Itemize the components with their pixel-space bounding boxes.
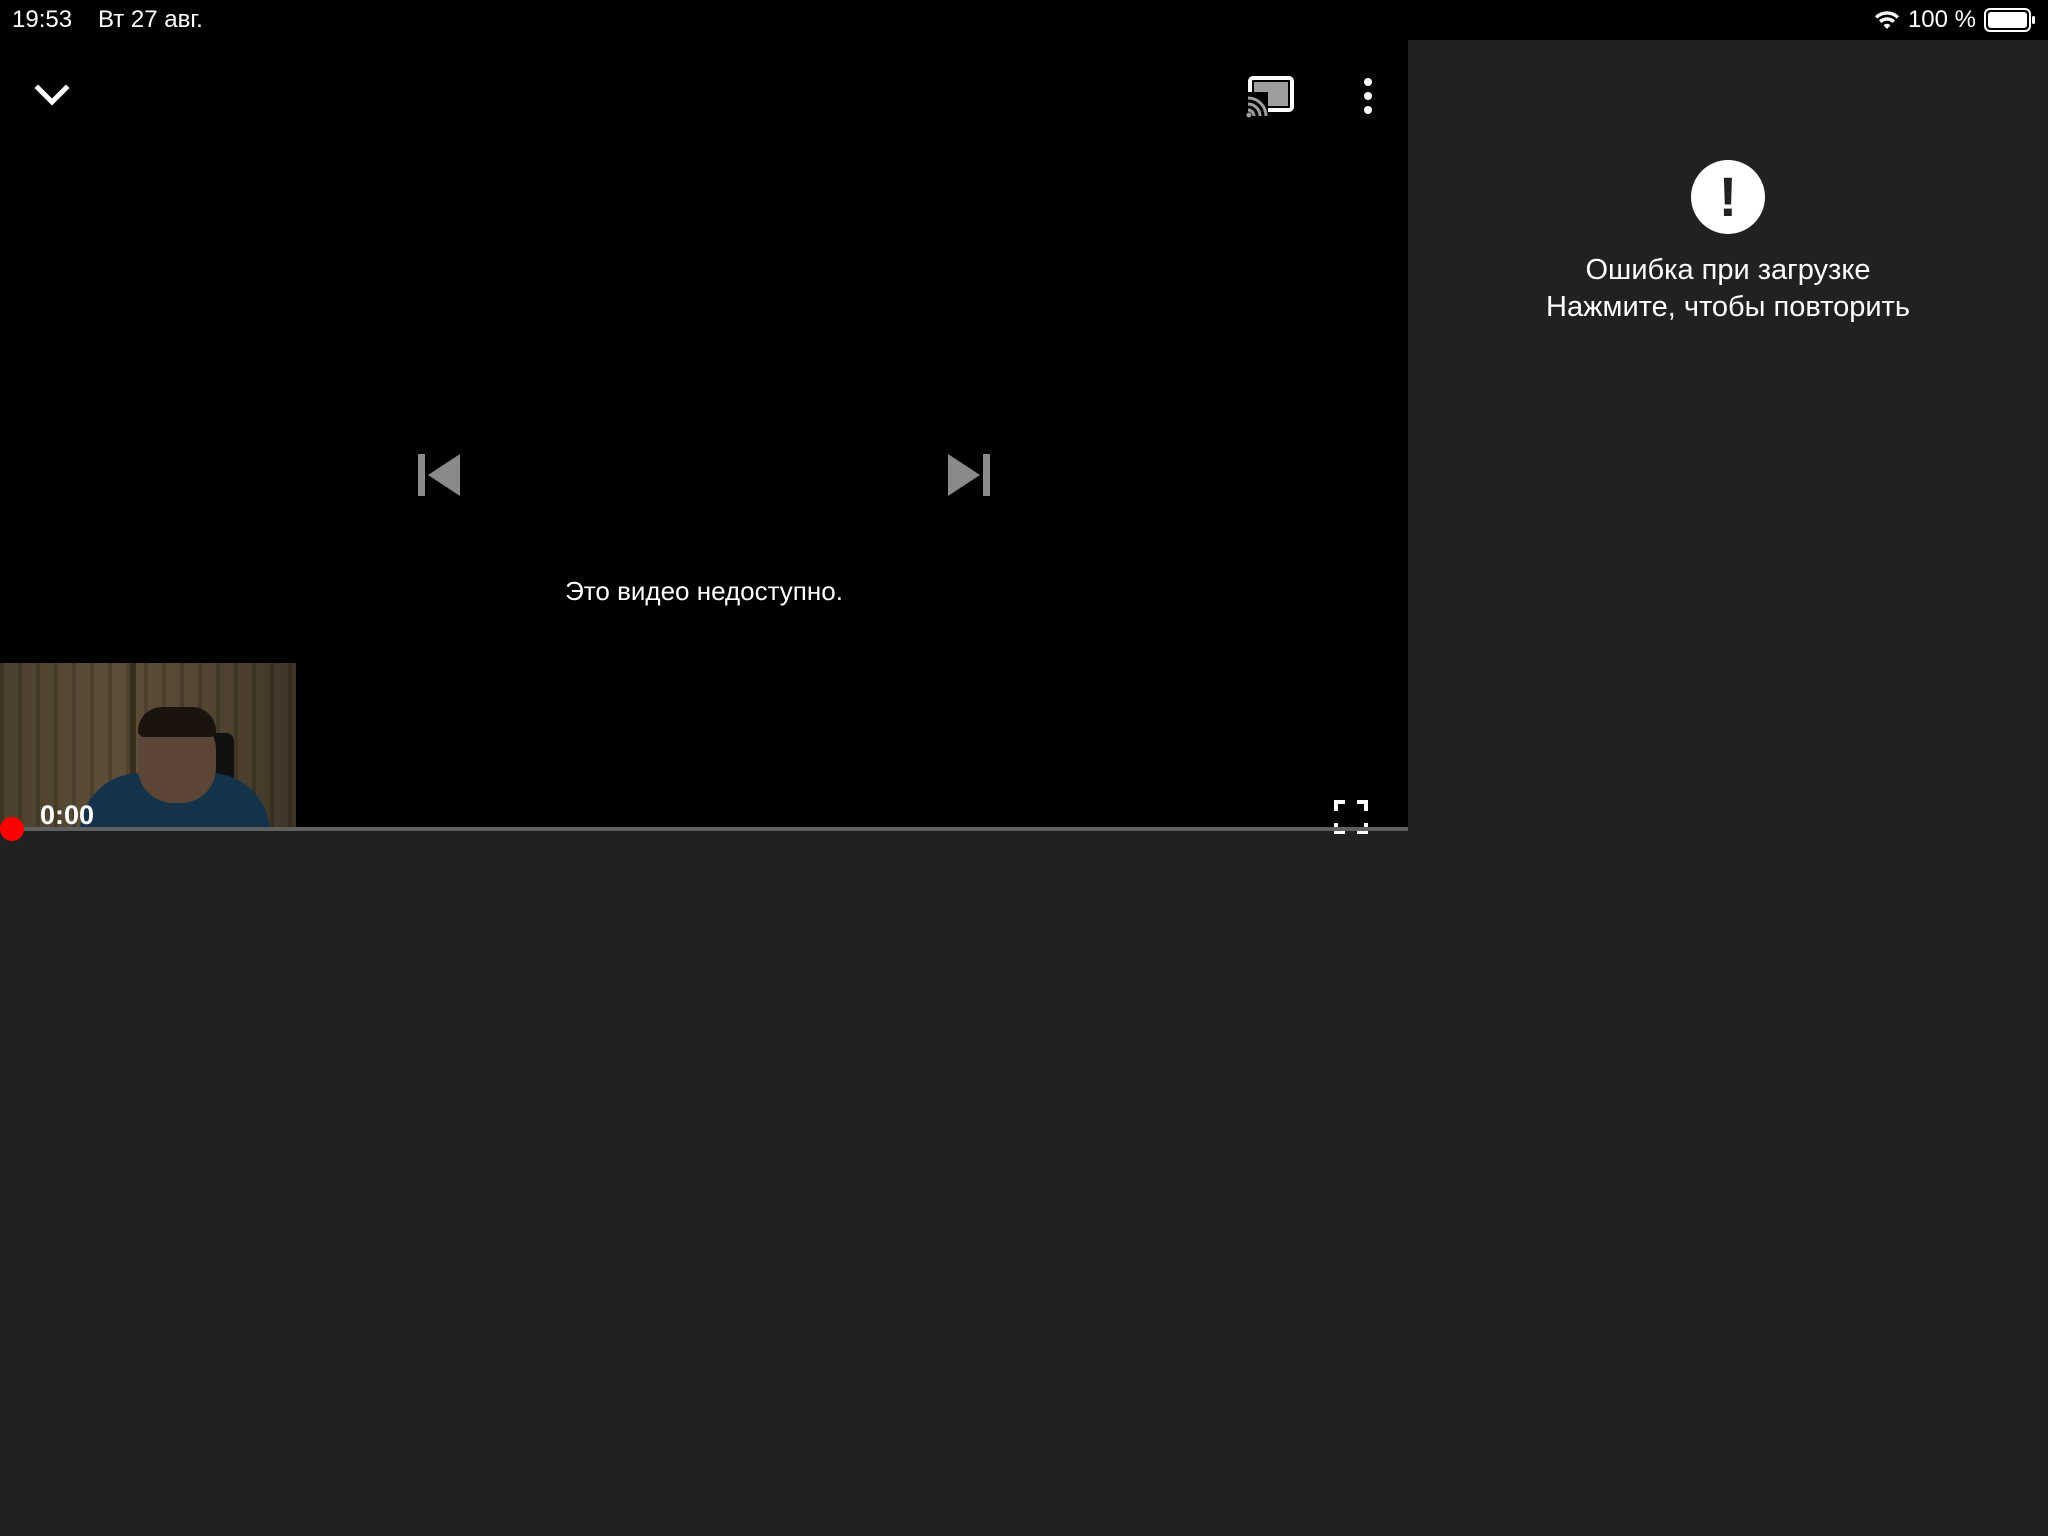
retry-button[interactable]: ! Ошибка при загрузке Нажмите, чтобы пов…: [1408, 100, 2048, 323]
status-indicators: 100 %: [1874, 6, 2036, 34]
status-date: Вт 27 авг.: [98, 6, 203, 33]
cast-icon: [1246, 76, 1294, 118]
video-unavailable-message: Это видео недоступно.: [565, 576, 843, 606]
cast-button[interactable]: [1246, 70, 1298, 122]
error-icon: !: [1691, 160, 1765, 234]
video-player[interactable]: Это видео недоступно. 0:00: [0, 40, 1408, 834]
progress-bar[interactable]: [0, 827, 1408, 831]
battery-icon: [1984, 8, 2036, 32]
next-video-button[interactable]: [938, 430, 998, 520]
status-time: 19:53: [12, 6, 73, 33]
progress-scrubber[interactable]: [0, 817, 24, 841]
more-options-button[interactable]: [1344, 70, 1392, 122]
retry-hint: Нажмите, чтобы повторить: [1546, 291, 1910, 323]
skip-next-icon: [948, 454, 990, 496]
battery-percent: 100 %: [1907, 6, 1976, 33]
app-screen: 19:53 Вт 27 авг. 100 % Это видео недосту…: [0, 0, 2048, 1536]
status-bar: 19:53 Вт 27 авг. 100 %: [0, 0, 2048, 40]
error-title: Ошибка при загрузке: [1585, 254, 1871, 286]
minimize-player-button[interactable]: [28, 72, 76, 120]
side-panel: ! Ошибка при загрузке Нажмите, чтобы пов…: [1408, 40, 2048, 1536]
previous-video-button[interactable]: [410, 430, 470, 520]
chevron-down-icon: [34, 84, 70, 106]
wifi-icon: [1874, 9, 1900, 31]
skip-previous-icon: [418, 454, 460, 496]
more-vert-icon: [1364, 78, 1372, 114]
